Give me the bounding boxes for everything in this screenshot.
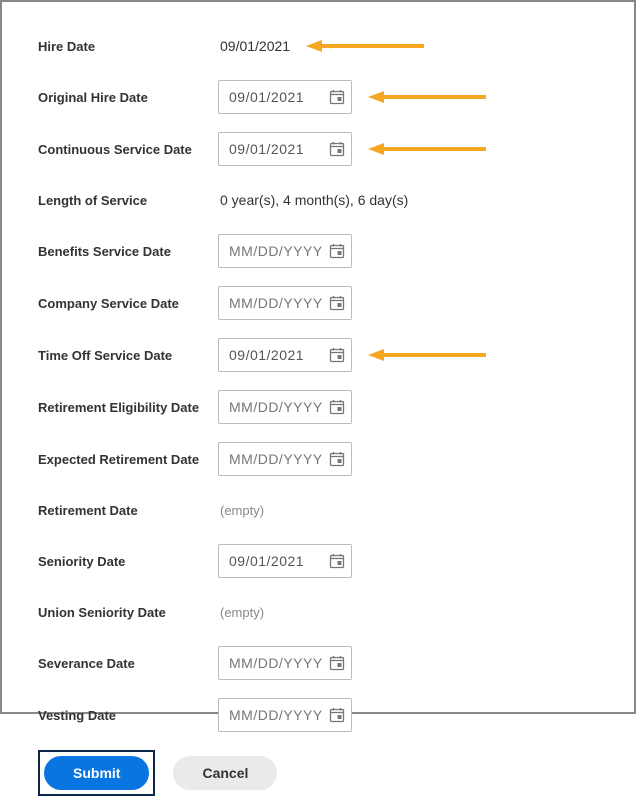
calendar-icon[interactable] <box>329 553 345 569</box>
date-input-placeholder: MM/DD/YYYY <box>229 295 329 311</box>
time-off-service-date-label: Time Off Service Date <box>38 348 218 363</box>
date-input-placeholder: MM/DD/YYYY <box>229 451 329 467</box>
date-input-placeholder: MM/DD/YYYY <box>229 243 329 259</box>
length-of-service-label: Length of Service <box>38 193 218 208</box>
company-service-date-label: Company Service Date <box>38 296 218 311</box>
calendar-icon[interactable] <box>329 347 345 363</box>
calendar-icon[interactable] <box>329 89 345 105</box>
calendar-icon[interactable] <box>329 451 345 467</box>
retirement-eligibility-date-label: Retirement Eligibility Date <box>38 400 218 415</box>
hire-date-label: Hire Date <box>38 39 218 54</box>
calendar-icon[interactable] <box>329 655 345 671</box>
date-input-value: 09/01/2021 <box>229 89 329 105</box>
vesting-date-input[interactable]: MM/DD/YYYY <box>218 698 352 732</box>
original-hire-date-label: Original Hire Date <box>38 90 218 105</box>
company-service-date-input[interactable]: MM/DD/YYYY <box>218 286 352 320</box>
seniority-date-input[interactable]: 09/01/2021 <box>218 544 352 578</box>
expected-retirement-date-input[interactable]: MM/DD/YYYY <box>218 442 352 476</box>
calendar-icon[interactable] <box>329 399 345 415</box>
submit-button[interactable]: Submit <box>44 756 149 790</box>
severance-date-input[interactable]: MM/DD/YYYY <box>218 646 352 680</box>
original-hire-date-input[interactable]: 09/01/2021 <box>218 80 352 114</box>
annotation-arrow <box>368 90 488 104</box>
calendar-icon[interactable] <box>329 243 345 259</box>
severance-date-label: Severance Date <box>38 656 218 671</box>
date-input-placeholder: MM/DD/YYYY <box>229 655 329 671</box>
benefits-service-date-input[interactable]: MM/DD/YYYY <box>218 234 352 268</box>
calendar-icon[interactable] <box>329 295 345 311</box>
date-input-placeholder: MM/DD/YYYY <box>229 399 329 415</box>
retirement-date-value: (empty) <box>218 503 264 518</box>
hire-date-value: 09/01/2021 <box>218 38 290 54</box>
submit-highlight-box: Submit <box>38 750 155 796</box>
annotation-arrow <box>368 142 488 156</box>
date-input-value: 09/01/2021 <box>229 347 329 363</box>
retirement-date-label: Retirement Date <box>38 503 218 518</box>
seniority-date-label: Seniority Date <box>38 554 218 569</box>
benefits-service-date-label: Benefits Service Date <box>38 244 218 259</box>
vesting-date-label: Vesting Date <box>38 708 218 723</box>
annotation-arrow <box>306 39 426 53</box>
annotation-arrow <box>368 348 488 362</box>
retirement-eligibility-date-input[interactable]: MM/DD/YYYY <box>218 390 352 424</box>
calendar-icon[interactable] <box>329 707 345 723</box>
date-input-placeholder: MM/DD/YYYY <box>229 707 329 723</box>
cancel-button[interactable]: Cancel <box>173 756 277 790</box>
union-seniority-date-label: Union Seniority Date <box>38 605 218 620</box>
calendar-icon[interactable] <box>329 141 345 157</box>
continuous-service-date-input[interactable]: 09/01/2021 <box>218 132 352 166</box>
date-input-value: 09/01/2021 <box>229 553 329 569</box>
expected-retirement-date-label: Expected Retirement Date <box>38 452 218 467</box>
date-input-value: 09/01/2021 <box>229 141 329 157</box>
union-seniority-date-value: (empty) <box>218 605 264 620</box>
length-of-service-value: 0 year(s), 4 month(s), 6 day(s) <box>218 192 408 208</box>
continuous-service-date-label: Continuous Service Date <box>38 142 218 157</box>
time-off-service-date-input[interactable]: 09/01/2021 <box>218 338 352 372</box>
